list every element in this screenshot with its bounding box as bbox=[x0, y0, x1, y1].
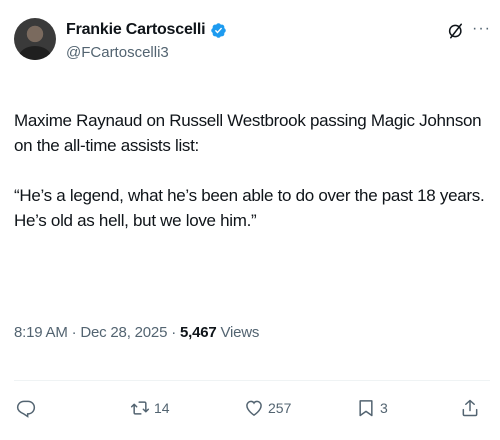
avatar[interactable] bbox=[14, 18, 56, 60]
repost-button[interactable]: 14 bbox=[130, 398, 170, 418]
share-icon bbox=[462, 399, 478, 417]
tweet-date[interactable]: Dec 28, 2025 bbox=[80, 324, 167, 341]
like-count: 257 bbox=[268, 400, 292, 416]
verified-badge-icon bbox=[211, 22, 227, 38]
reply-button[interactable] bbox=[16, 398, 40, 418]
author-name-row: Frankie Cartoscelli bbox=[66, 21, 227, 39]
tweet-time[interactable]: 8:19 AM bbox=[14, 324, 68, 341]
views-label: Views bbox=[220, 324, 260, 341]
bookmark-button[interactable]: 3 bbox=[356, 398, 388, 418]
tweet-paragraph: Maxime Raynaud on Russell Westbrook pass… bbox=[14, 111, 482, 155]
repost-icon bbox=[130, 401, 150, 415]
meta-separator: · bbox=[71, 324, 77, 341]
like-button[interactable]: 257 bbox=[244, 398, 291, 418]
author-handle[interactable]: @FCartoscelli3 bbox=[66, 44, 169, 61]
action-bar: 14 257 3 bbox=[0, 398, 500, 428]
avatar-figure bbox=[19, 46, 51, 60]
meta-separator: · bbox=[171, 324, 176, 341]
bookmark-icon bbox=[359, 400, 373, 417]
views-count: 5,467 bbox=[179, 324, 217, 341]
bookmark-count: 3 bbox=[380, 400, 388, 416]
tweet-paragraph: “He’s a legend, what he’s been able to d… bbox=[14, 186, 485, 230]
divider bbox=[14, 380, 490, 381]
tweet-text: Maxime Raynaud on Russell Westbrook pass… bbox=[14, 108, 490, 258]
author-display-name[interactable]: Frankie Cartoscelli bbox=[66, 21, 206, 39]
like-icon bbox=[246, 400, 262, 416]
share-button[interactable] bbox=[460, 398, 480, 418]
tweet-card: Frankie Cartoscelli @FCartoscelli3 ··· M… bbox=[0, 0, 500, 440]
grok-icon[interactable] bbox=[447, 22, 465, 40]
reply-icon bbox=[16, 400, 36, 418]
tweet-meta: 8:19 AM · Dec 28, 2025 · 5,467 Views bbox=[14, 324, 259, 341]
repost-count: 14 bbox=[154, 400, 170, 416]
more-icon[interactable]: ··· bbox=[472, 21, 491, 37]
